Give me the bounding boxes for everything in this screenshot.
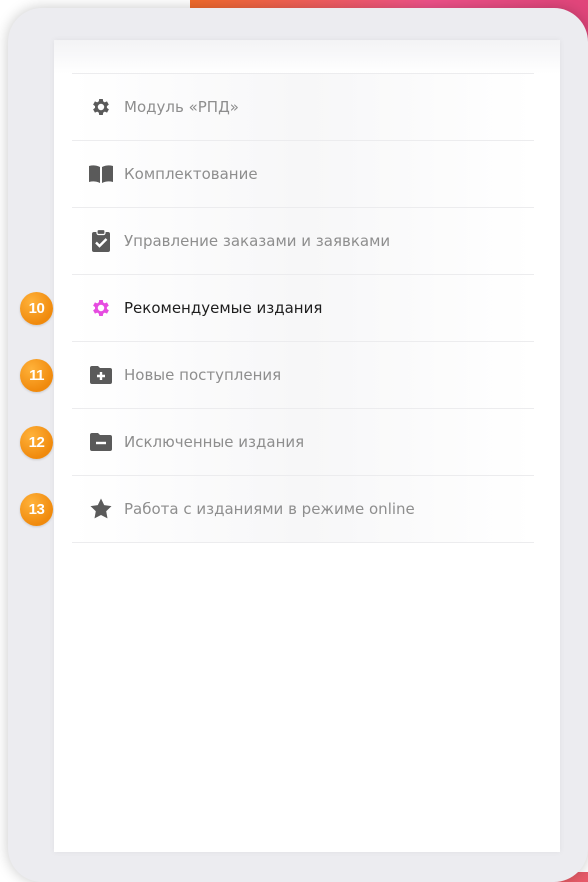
step-badge-11: 11: [20, 358, 53, 392]
folder-minus-icon: [88, 429, 114, 455]
clipboard-check-icon: [88, 228, 114, 254]
book-icon: [88, 161, 114, 187]
menu-item-label: Рекомендуемые издания: [124, 299, 323, 317]
menu-item-online-editions[interactable]: 13 Работа с изданиями в режиме online: [20, 476, 534, 543]
main-menu: Модуль «РПД» Комплектование Управление з…: [20, 73, 534, 543]
gear-icon: [88, 295, 114, 321]
screen-header-bar: [54, 40, 560, 74]
menu-item-acquisition[interactable]: Комплектование: [72, 141, 534, 208]
menu-item-new-arrivals[interactable]: 11 Новые поступления: [20, 342, 534, 409]
step-badge-10: 10: [20, 291, 53, 325]
menu-item-label: Исключенные издания: [124, 433, 305, 451]
menu-item-rpd-module[interactable]: Модуль «РПД»: [72, 74, 534, 141]
menu-item-label: Модуль «РПД»: [124, 98, 239, 116]
menu-item-label: Управление заказами и заявками: [124, 232, 391, 250]
menu-item-recommended-editions[interactable]: 10 Рекомендуемые издания: [20, 275, 534, 342]
gear-icon: [88, 94, 114, 120]
menu-item-label: Работа с изданиями в режиме online: [124, 500, 415, 518]
folder-plus-icon: [88, 362, 114, 388]
menu-item-label: Новые поступления: [124, 366, 282, 384]
step-badge-12: 12: [20, 425, 53, 459]
menu-item-label: Комплектование: [124, 165, 258, 183]
menu-item-excluded-editions[interactable]: 12 Исключенные издания: [20, 409, 534, 476]
menu-item-orders-management[interactable]: Управление заказами и заявками: [72, 208, 534, 275]
step-badge-13: 13: [20, 492, 53, 526]
star-icon: [88, 496, 114, 522]
